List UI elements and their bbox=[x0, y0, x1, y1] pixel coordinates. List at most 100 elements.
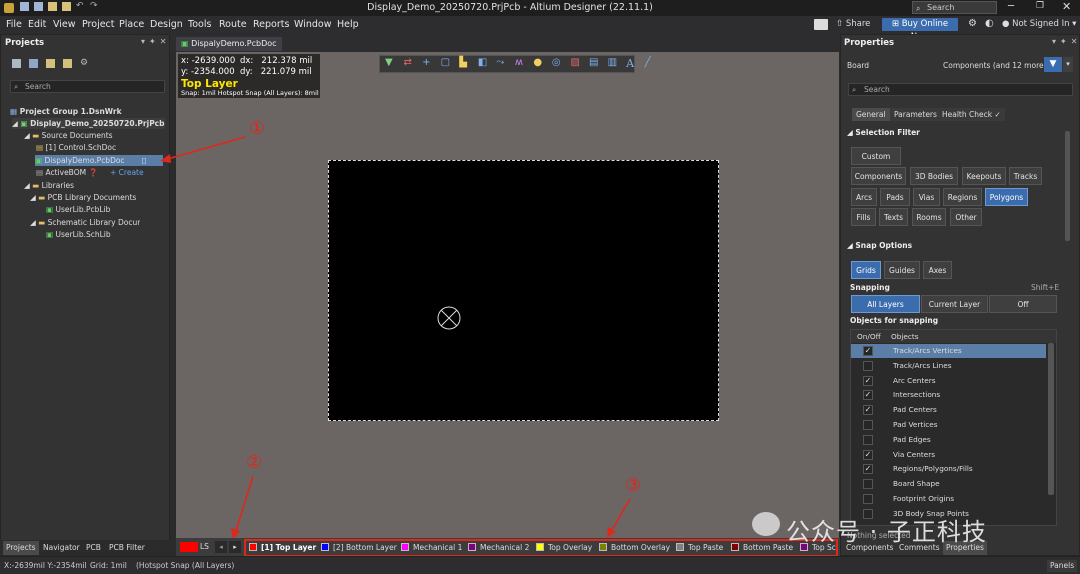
dimension-icon[interactable]: ▥ bbox=[608, 57, 622, 71]
filter-texts-button[interactable]: Texts bbox=[879, 208, 908, 226]
tree-item-project[interactable]: ◢ ▣ Display_Demo_20250720.PrjPcb bbox=[12, 118, 165, 129]
line-icon[interactable]: ╱ bbox=[645, 57, 659, 71]
filter-arcs-button[interactable]: Arcs bbox=[851, 188, 877, 206]
redo-icon[interactable]: ↷ bbox=[90, 2, 99, 11]
undo-icon[interactable]: ↶ bbox=[76, 2, 85, 11]
layer-set-button[interactable]: LS bbox=[200, 542, 209, 551]
snap-guides-button[interactable]: Guides bbox=[884, 261, 920, 279]
open-folder-icon[interactable] bbox=[46, 59, 55, 68]
tab-general[interactable]: General bbox=[852, 108, 890, 121]
properties-search-input[interactable]: ⌕ Search bbox=[848, 83, 1073, 96]
tab-pcb[interactable]: PCB bbox=[83, 541, 104, 555]
compile-icon[interactable] bbox=[29, 59, 38, 68]
fill-icon[interactable]: ▨ bbox=[570, 57, 584, 71]
menu-place[interactable]: Place bbox=[119, 19, 144, 30]
share-button[interactable]: ⇧ Share bbox=[836, 19, 870, 29]
menu-file[interactable]: File bbox=[6, 19, 22, 30]
layer-tab-top-layer[interactable]: [1] Top Layer bbox=[249, 541, 316, 555]
snapping-all-layers[interactable]: All Layers bbox=[851, 295, 920, 313]
buy-online-button[interactable]: ⊞ Buy Online Now bbox=[882, 18, 958, 42]
filter-rooms-button[interactable]: Rooms bbox=[912, 208, 946, 226]
open-icon[interactable] bbox=[48, 2, 57, 11]
crosshair-icon[interactable]: + bbox=[422, 57, 436, 71]
layer-scroll-right-icon[interactable]: ▸ bbox=[229, 541, 241, 553]
snap-object-row[interactable]: ✓ Intersections bbox=[851, 388, 1046, 402]
pad-icon[interactable]: ● bbox=[533, 57, 547, 71]
diff-pair-icon[interactable]: ʍ bbox=[515, 57, 529, 71]
snap-object-checkbox[interactable] bbox=[863, 360, 873, 371]
snap-object-row[interactable]: Pad Vertices bbox=[851, 418, 1046, 432]
align-icon[interactable]: ▙ bbox=[459, 57, 473, 71]
layer-tab-bottom-overlay[interactable]: Bottom Overlay bbox=[599, 541, 670, 555]
polygon-icon[interactable]: ▤ bbox=[589, 57, 603, 71]
current-layer-color-swatch[interactable] bbox=[180, 542, 198, 552]
menu-reports[interactable]: Reports bbox=[253, 19, 289, 30]
layer-scroll-left-icon[interactable]: ◂ bbox=[215, 541, 227, 553]
tree-item-control-schdoc[interactable]: ▤ [1] Control.SchDoc bbox=[36, 142, 116, 153]
help-icon[interactable]: ◐ bbox=[985, 18, 994, 29]
filter-tracks-button[interactable]: Tracks bbox=[1009, 167, 1042, 185]
snap-object-row[interactable]: Board Shape bbox=[851, 477, 1046, 491]
layer-tab-bottom-paste[interactable]: Bottom Paste bbox=[731, 541, 793, 555]
restore-button[interactable]: ❐ bbox=[1036, 1, 1044, 11]
menu-design[interactable]: Design bbox=[150, 19, 183, 30]
via-icon[interactable]: ◎ bbox=[552, 57, 566, 71]
settings-icon[interactable]: ⚙ bbox=[80, 59, 89, 68]
snap-object-checkbox[interactable] bbox=[863, 494, 873, 504]
snap-options-title[interactable]: ◢ Snap Options bbox=[847, 241, 912, 250]
close-button[interactable]: ✕ bbox=[1062, 0, 1071, 13]
snap-object-checkbox[interactable] bbox=[863, 479, 873, 490]
layer-tab-top-overlay[interactable]: Top Overlay bbox=[536, 541, 592, 555]
panel-controls[interactable]: ▾✦✕ bbox=[1052, 37, 1080, 46]
route-icon[interactable]: ⤳ bbox=[496, 57, 510, 71]
snap-object-checkbox[interactable]: ✓ bbox=[863, 405, 873, 416]
projects-search-input[interactable]: ⌕ Search bbox=[10, 80, 165, 93]
filter-funnel-icon[interactable]: ▼ bbox=[1044, 57, 1062, 72]
document-tab-pcbdoc[interactable]: ▣ DispalyDemo.PcbDoc bbox=[176, 37, 282, 51]
filter-other-button[interactable]: Other bbox=[950, 208, 982, 226]
menu-tools[interactable]: Tools bbox=[188, 19, 211, 30]
tree-item-project-group[interactable]: ▦ Project Group 1.DsnWrk bbox=[10, 106, 122, 117]
filter-fills-button[interactable]: Fills bbox=[851, 208, 876, 226]
tree-item-source-documents[interactable]: ◢ ▬ Source Documents bbox=[24, 130, 113, 141]
menu-help[interactable]: Help bbox=[337, 19, 359, 30]
notifications-icon[interactable] bbox=[814, 19, 828, 30]
settings-gear-icon[interactable]: ⚙ bbox=[968, 18, 977, 29]
filter-polygons-button[interactable]: Polygons bbox=[985, 188, 1028, 206]
save-all-icon[interactable] bbox=[34, 2, 43, 11]
layer-tab-mechanical-2[interactable]: Mechanical 2 bbox=[468, 541, 529, 555]
snap-object-row[interactable]: ✓ Track/Arcs Vertices bbox=[851, 344, 1046, 358]
tree-item-activebom[interactable]: ▤ ActiveBOM ❓ bbox=[36, 167, 98, 178]
snapping-current-layer[interactable]: Current Layer bbox=[921, 295, 988, 313]
snap-object-row[interactable]: ✓ Arc Centers bbox=[851, 374, 1046, 388]
snap-object-checkbox[interactable]: ✓ bbox=[863, 449, 873, 460]
snap-object-row[interactable]: Track/Arcs Lines bbox=[851, 359, 1046, 373]
text-icon[interactable]: A bbox=[626, 57, 640, 71]
snap-object-checkbox[interactable]: ✓ bbox=[863, 390, 873, 401]
snap-grids-button[interactable]: Grids bbox=[851, 261, 881, 279]
filter-components-button[interactable]: Components bbox=[851, 167, 906, 185]
filter-3d-bodies-button[interactable]: 3D Bodies bbox=[910, 167, 958, 185]
tab-health-check[interactable]: Health Check ✓ bbox=[938, 108, 1005, 121]
tab-parameters[interactable]: Parameters bbox=[890, 108, 941, 121]
menu-route[interactable]: Route bbox=[219, 19, 247, 30]
selection-filter-title[interactable]: ◢ Selection Filter bbox=[847, 128, 920, 137]
panel-controls[interactable]: ▾✦✕ bbox=[141, 37, 170, 46]
snap-object-row[interactable]: ✓ Via Centers bbox=[851, 448, 1046, 462]
snap-object-checkbox[interactable]: ✓ bbox=[863, 375, 873, 386]
snap-object-row[interactable]: Pad Edges bbox=[851, 433, 1046, 447]
component-icon[interactable]: ◧ bbox=[478, 57, 492, 71]
panels-button[interactable]: Panels bbox=[1047, 560, 1078, 572]
snap-object-row[interactable]: ✓ Regions/Polygons/Fills bbox=[851, 462, 1046, 476]
filter-custom-button[interactable]: Custom bbox=[851, 147, 901, 165]
snap-object-checkbox[interactable] bbox=[863, 420, 873, 430]
move-icon[interactable]: ⇄ bbox=[404, 57, 418, 71]
snap-objects-scrollbar[interactable] bbox=[1048, 343, 1054, 495]
create-link[interactable]: + Create bbox=[110, 167, 144, 178]
tree-item-userlib-pcblib[interactable]: ▣ UserLib.PcbLib bbox=[46, 204, 110, 215]
tab-navigator[interactable]: Navigator bbox=[40, 541, 83, 555]
select-filter-icon[interactable]: ▼ bbox=[385, 57, 399, 71]
properties-scrollbar[interactable] bbox=[1065, 131, 1070, 241]
tree-item-pcb-library-documents[interactable]: ◢ ▬ PCB Library Documents bbox=[30, 192, 136, 203]
save-project-icon[interactable] bbox=[12, 59, 21, 68]
